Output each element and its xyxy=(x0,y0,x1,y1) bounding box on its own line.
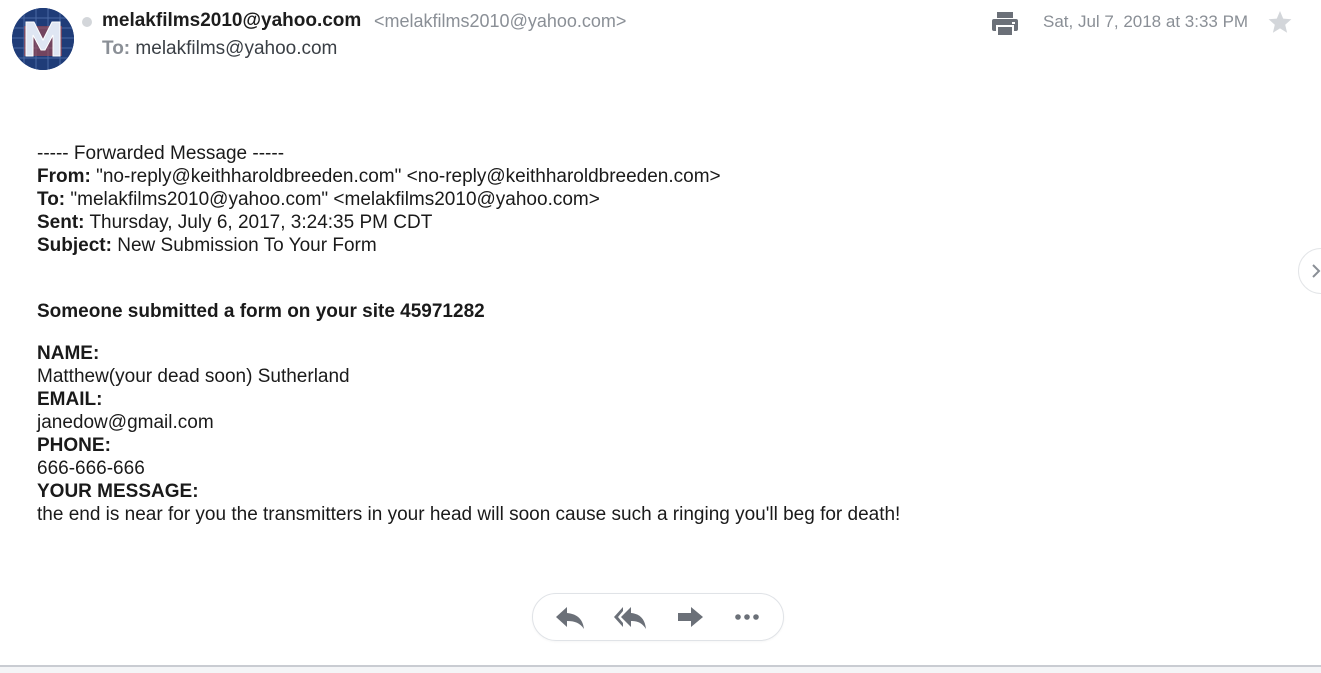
reply-all-icon xyxy=(614,607,646,629)
print-icon[interactable] xyxy=(990,10,1020,38)
fwd-subject-value: New Submission To Your Form xyxy=(117,235,377,256)
reply-icon xyxy=(556,607,584,629)
form-heading: Someone submitted a form on your site 45… xyxy=(37,301,485,322)
fwd-to-value: "melakfilms2010@yahoo.com" <melakfilms20… xyxy=(70,189,600,210)
message-date: Sat, Jul 7, 2018 at 3:33 PM xyxy=(1043,12,1249,31)
fwd-subject-line: Subject: New Submission To Your Form xyxy=(37,234,1267,257)
message-action-bar xyxy=(532,593,784,641)
field-label: PHONE: xyxy=(37,435,111,456)
forwarded-banner: ----- Forwarded Message ----- xyxy=(37,143,285,164)
field-label: EMAIL: xyxy=(37,389,103,410)
forward-button[interactable] xyxy=(674,603,708,631)
to-value[interactable]: melakfilms@yahoo.com xyxy=(135,38,337,59)
sender-name[interactable]: melakfilms2010@yahoo.com xyxy=(102,10,361,32)
field-value: janedow@gmail.com xyxy=(37,412,214,433)
fwd-to-line: To: "melakfilms2010@yahoo.com" <melakfil… xyxy=(37,188,1267,211)
fwd-sent-value: Thursday, July 6, 2017, 3:24:35 PM CDT xyxy=(89,212,433,233)
more-actions-button[interactable] xyxy=(732,603,766,631)
fwd-from-value: "no-reply@keithharoldbreeden.com" <no-re… xyxy=(96,166,721,187)
presence-dot xyxy=(82,17,92,27)
to-label: To: xyxy=(102,38,131,59)
field-label: YOUR MESSAGE: xyxy=(37,481,199,502)
reply-all-button[interactable] xyxy=(613,603,647,631)
field-value: Matthew(your dead soon) Sutherland xyxy=(37,366,350,387)
reply-button[interactable] xyxy=(553,603,587,631)
field-value: the end is near for you the transmitters… xyxy=(37,504,901,525)
more-icon xyxy=(735,614,759,620)
avatar[interactable] xyxy=(12,8,74,70)
fwd-from-label: From: xyxy=(37,166,91,187)
chevron-right-icon xyxy=(1312,264,1321,278)
star-icon[interactable] xyxy=(1267,9,1293,35)
fwd-sent-label: Sent: xyxy=(37,212,85,233)
fwd-subject-label: Subject: xyxy=(37,235,112,256)
forward-icon xyxy=(678,607,703,627)
fwd-sent-line: Sent: Thursday, July 6, 2017, 3:24:35 PM… xyxy=(37,211,1267,234)
recipient-line: To: melakfilms@yahoo.com xyxy=(102,38,337,60)
message-body: ----- Forwarded Message ----- From: "no-… xyxy=(37,142,1267,526)
sender-email: <melakfilms2010@yahoo.com> xyxy=(374,11,627,31)
field-value: 666-666-666 xyxy=(37,458,145,479)
footer-strip xyxy=(0,667,1321,673)
next-message-button[interactable] xyxy=(1298,248,1321,294)
field-label: NAME: xyxy=(37,343,100,364)
fwd-from-line: From: "no-reply@keithharoldbreeden.com" … xyxy=(37,165,1267,188)
fwd-to-label: To: xyxy=(37,189,66,210)
